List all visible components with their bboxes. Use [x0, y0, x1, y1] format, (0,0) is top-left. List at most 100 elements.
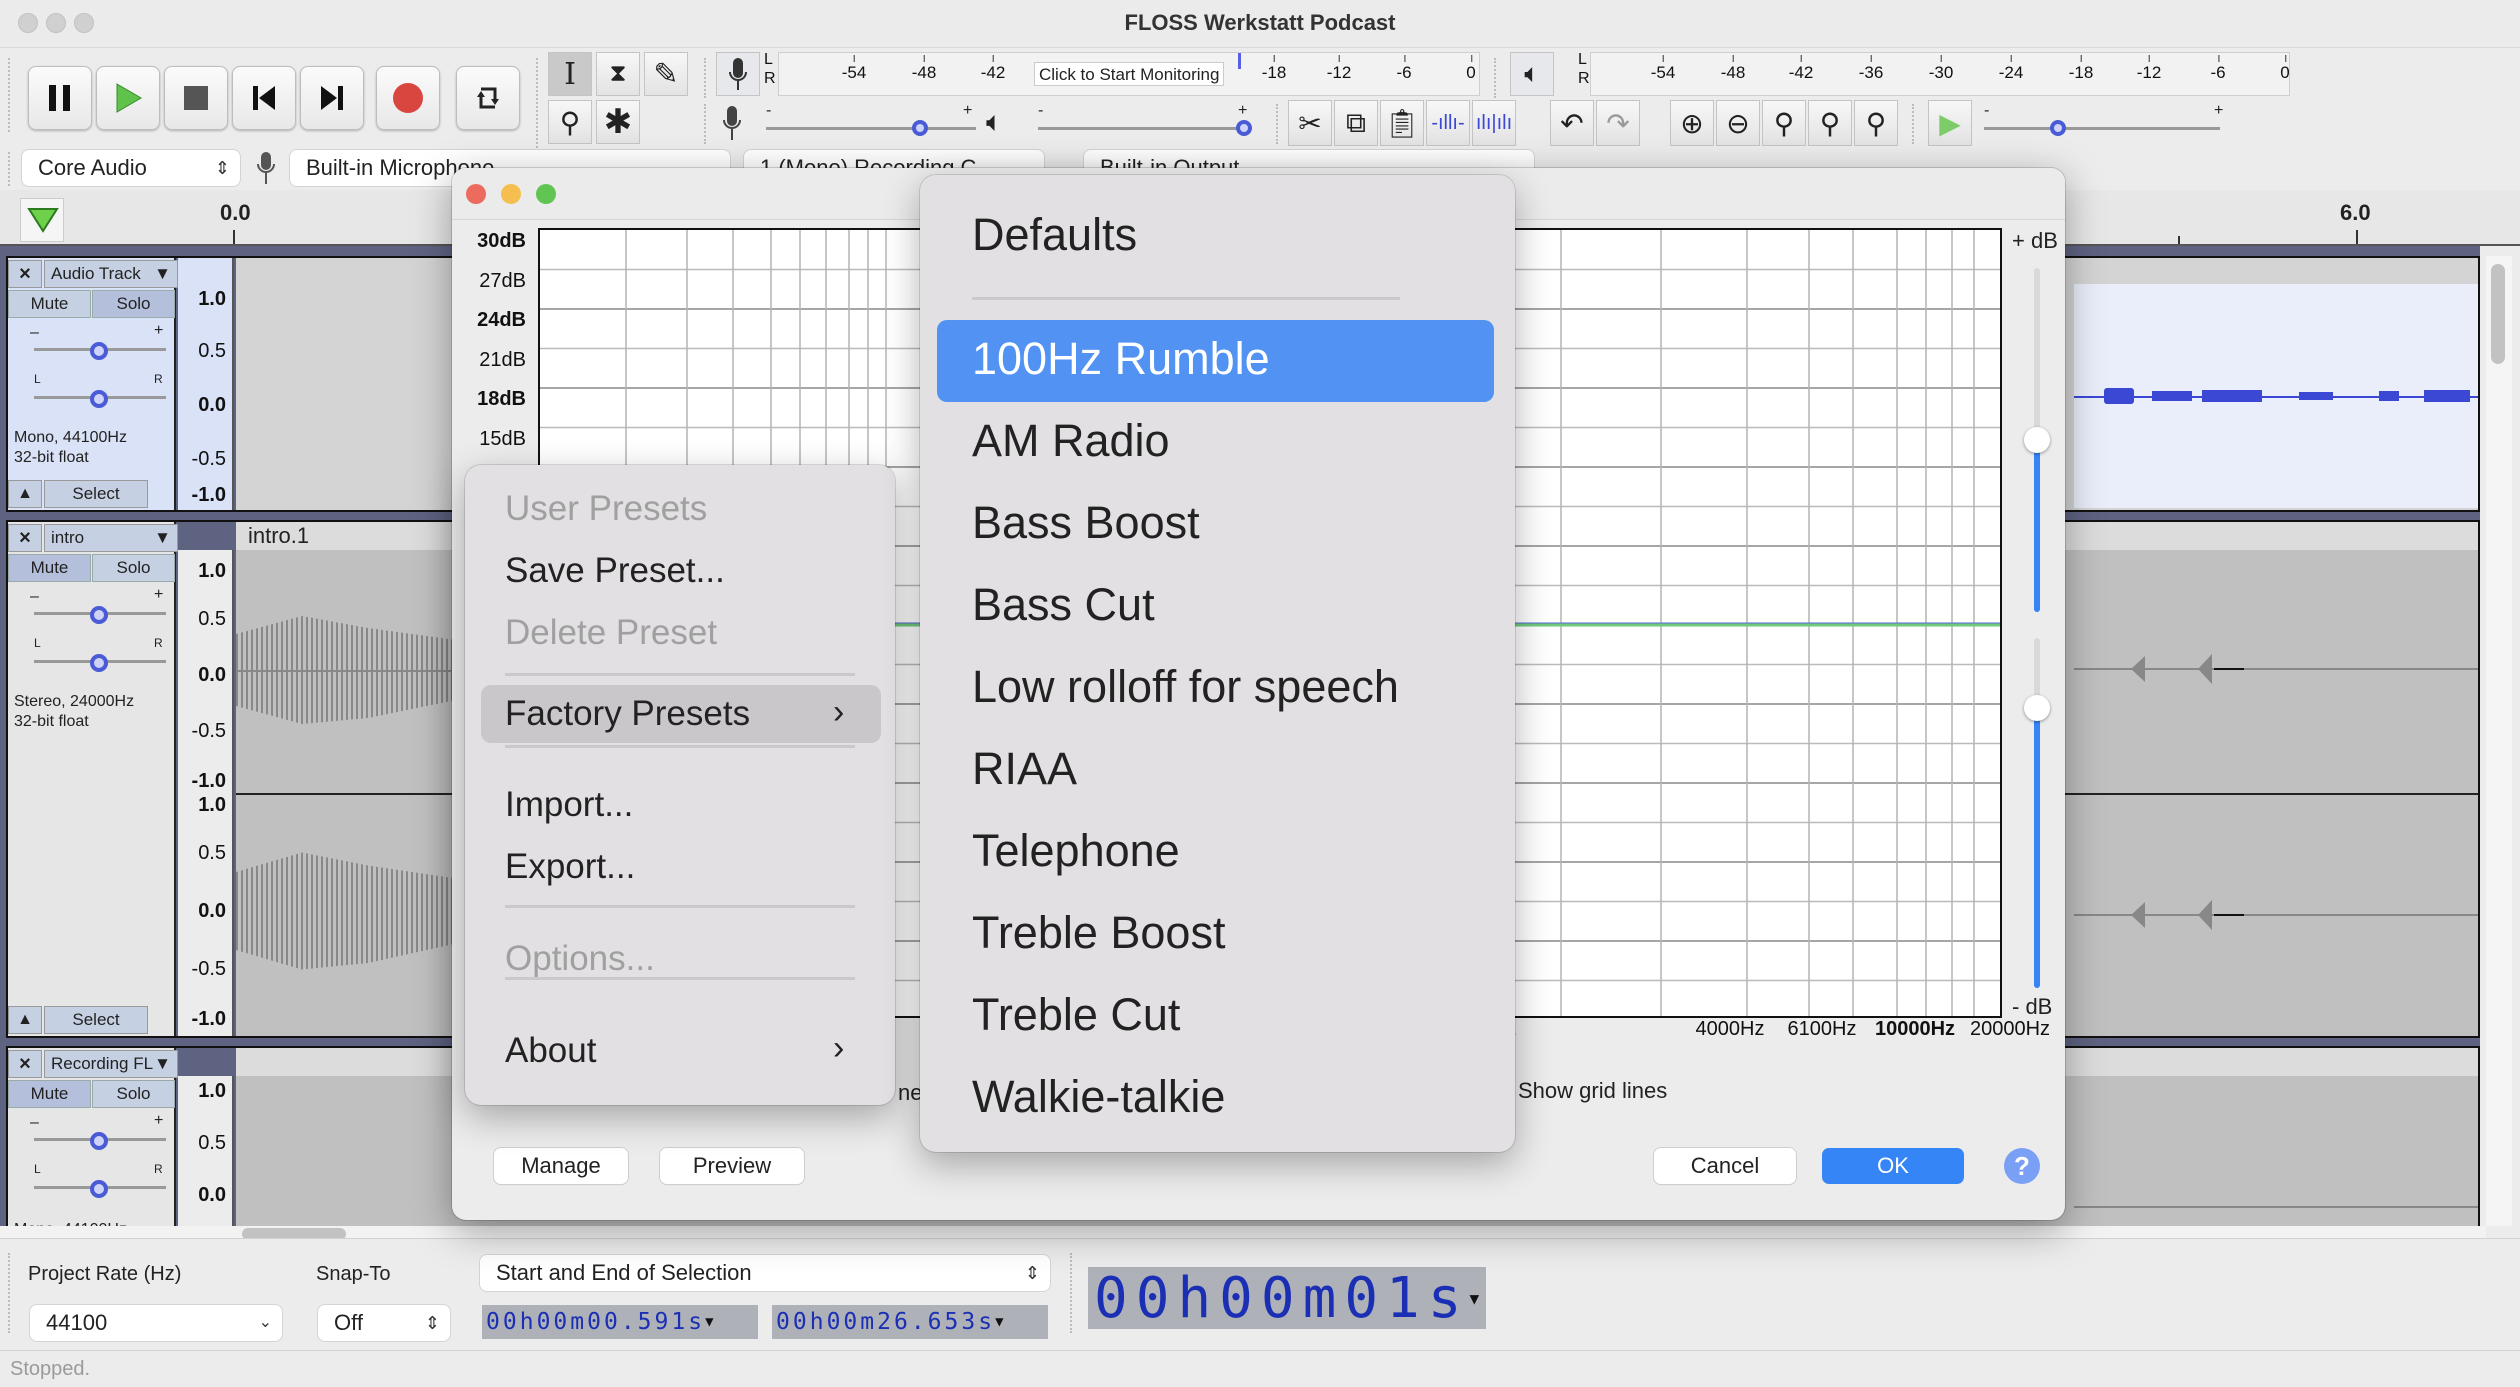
- audio-position-display[interactable]: 00 h 00 m 01 s ▼: [1088, 1266, 1486, 1331]
- preset-item[interactable]: Treble Cut: [972, 989, 1180, 1041]
- skip-to-end-button[interactable]: [300, 66, 364, 130]
- toolbar-grip[interactable]: [704, 58, 710, 98]
- paste-button[interactable]: 📋︎: [1380, 100, 1424, 146]
- track-control-panel[interactable]: × Audio Track ▼ Mute Solo – + LR Mono, 441…: [8, 258, 178, 510]
- pause-button[interactable]: [28, 66, 92, 130]
- selection-end-time[interactable]: 00 h 00 m 26.653 s ▼: [772, 1305, 1048, 1339]
- vertical-scale[interactable]: 1.0 0.5 0.0 -0.5 -1.0 1.0 0.5 0.0 -0.5 -…: [178, 550, 234, 1036]
- loop-button[interactable]: [456, 66, 520, 130]
- menu-item-save-preset[interactable]: Save Preset...: [505, 551, 725, 591]
- menu-item-about[interactable]: About: [505, 1031, 596, 1071]
- play-at-speed-button[interactable]: ▶: [1928, 100, 1972, 146]
- preset-item[interactable]: Treble Boost: [972, 907, 1225, 959]
- trim-button[interactable]: -ıllı-: [1426, 100, 1470, 146]
- menu-item-import[interactable]: Import...: [505, 785, 633, 825]
- preset-item[interactable]: Low rolloff for speech: [972, 661, 1399, 713]
- close-track-button[interactable]: ×: [8, 260, 42, 288]
- solo-button[interactable]: Solo: [92, 290, 175, 318]
- track-control-panel[interactable]: × intro ▼ Mute Solo – + LR Stereo, 24000Hz…: [8, 522, 178, 1036]
- recording-meter[interactable]: -54 -48 -42 Click to Start Monitoring -1…: [778, 52, 1480, 96]
- timeline-options-button[interactable]: [20, 198, 64, 242]
- collapse-track-button[interactable]: ▲: [8, 1006, 42, 1034]
- envelope-tool-button[interactable]: ⧗: [596, 52, 640, 96]
- undo-button[interactable]: ↶: [1550, 100, 1594, 146]
- gain-knob[interactable]: [90, 342, 108, 360]
- playback-volume-slider[interactable]: [1038, 127, 1248, 130]
- collapse-track-button[interactable]: ▲: [8, 480, 42, 508]
- playback-speed-slider[interactable]: [1984, 127, 2220, 130]
- recording-volume-knob[interactable]: [911, 120, 928, 136]
- preset-item[interactable]: Defaults: [972, 209, 1137, 261]
- vertical-scale[interactable]: 1.0 0.5 0.0 -0.5 -1.0: [178, 258, 234, 510]
- track-name-menu[interactable]: Audio Track ▼: [44, 260, 178, 288]
- fit-project-button[interactable]: ⚲: [1808, 100, 1852, 146]
- fit-selection-button[interactable]: ⚲: [1762, 100, 1806, 146]
- draw-tool-button[interactable]: ✎: [644, 52, 688, 96]
- start-monitoring-label[interactable]: Click to Start Monitoring: [1034, 62, 1225, 86]
- toolbar-grip[interactable]: [1912, 104, 1918, 144]
- preset-item-selected[interactable]: 100Hz Rumble: [972, 333, 1270, 385]
- mute-button[interactable]: Mute: [8, 1080, 91, 1108]
- preset-item[interactable]: Walkie-talkie: [972, 1071, 1225, 1123]
- selection-tool-button[interactable]: I: [548, 52, 592, 96]
- vertical-scale[interactable]: 1.0 0.5 0.0: [178, 1076, 234, 1236]
- cut-button[interactable]: ✂: [1288, 100, 1332, 146]
- preset-item[interactable]: Bass Cut: [972, 579, 1155, 631]
- multi-tool-button[interactable]: ✱: [596, 100, 640, 144]
- stop-button[interactable]: [164, 66, 228, 130]
- toolbar-grip[interactable]: [8, 58, 14, 132]
- show-grid-lines-checkbox[interactable]: Show grid lines: [1518, 1078, 1667, 1104]
- gain-knob[interactable]: [90, 606, 108, 624]
- ok-button[interactable]: OK: [1822, 1148, 1964, 1184]
- gain-bottom-slider-knob[interactable]: [2024, 695, 2050, 721]
- cancel-button[interactable]: Cancel: [1654, 1148, 1796, 1184]
- preset-item[interactable]: AM Radio: [972, 415, 1170, 467]
- toolbar-grip[interactable]: [1494, 58, 1500, 98]
- zoom-tool-button[interactable]: ⚲: [548, 100, 592, 144]
- redo-button[interactable]: ↷: [1596, 100, 1640, 146]
- gain-top-slider-knob[interactable]: [2024, 427, 2050, 453]
- preset-item[interactable]: Telephone: [972, 825, 1180, 877]
- select-track-button[interactable]: Select: [44, 1006, 148, 1034]
- zoom-in-button[interactable]: ⊕: [1670, 100, 1714, 146]
- help-button[interactable]: ?: [2004, 1148, 2040, 1184]
- waveform-clip[interactable]: [2074, 284, 2478, 508]
- audio-host-select[interactable]: Core Audio ⇕: [22, 150, 240, 186]
- toolbar-grip[interactable]: [536, 58, 542, 148]
- gain-knob[interactable]: [90, 1132, 108, 1150]
- pan-knob[interactable]: [90, 654, 108, 672]
- toolbar-grip[interactable]: [1070, 1253, 1076, 1333]
- playback-speed-knob[interactable]: [2049, 120, 2066, 136]
- snap-to-select[interactable]: Off ⇕: [318, 1305, 450, 1341]
- vertical-scrollbar[interactable]: [2486, 256, 2512, 1226]
- preview-button[interactable]: Preview: [660, 1148, 804, 1184]
- selection-mode-select[interactable]: Start and End of Selection ⇕: [480, 1255, 1050, 1291]
- toolbar-grip[interactable]: [1276, 104, 1282, 144]
- zoom-dialog-button[interactable]: [536, 184, 556, 204]
- minimize-dialog-button[interactable]: [501, 184, 521, 204]
- playback-meter[interactable]: -54 -48 -42 -36 -30 -24 -18 -12 -6 0: [1590, 52, 2290, 96]
- toolbar-grip[interactable]: [8, 1253, 14, 1333]
- track-name-menu[interactable]: intro ▼: [44, 524, 178, 552]
- manage-button[interactable]: Manage: [494, 1148, 628, 1184]
- menu-item-factory-presets[interactable]: Factory Presets: [505, 694, 750, 734]
- track-name-menu[interactable]: Recording FL ▼: [44, 1050, 178, 1078]
- mute-button[interactable]: Mute: [8, 290, 91, 318]
- track-control-panel[interactable]: × Recording FL▼ Mute Solo –+ LR Mono, 44…: [8, 1048, 178, 1238]
- play-button[interactable]: [96, 66, 160, 130]
- selection-start-time[interactable]: 00 h 00 m 00.591 s ▼: [482, 1305, 758, 1339]
- pan-knob[interactable]: [90, 1180, 108, 1198]
- copy-button[interactable]: ⧉: [1334, 100, 1378, 146]
- solo-button[interactable]: Solo: [92, 1080, 175, 1108]
- zoom-out-button[interactable]: ⊖: [1716, 100, 1760, 146]
- toolbar-grip[interactable]: [8, 152, 14, 186]
- close-dialog-button[interactable]: [466, 184, 486, 204]
- pan-knob[interactable]: [90, 390, 108, 408]
- menu-item-export[interactable]: Export...: [505, 847, 635, 887]
- playback-meter-button[interactable]: 🔈︎: [1510, 52, 1554, 96]
- skip-to-start-button[interactable]: [232, 66, 296, 130]
- preset-item[interactable]: Bass Boost: [972, 497, 1200, 549]
- preset-item[interactable]: RIAA: [972, 743, 1077, 795]
- close-track-button[interactable]: ×: [8, 1050, 42, 1078]
- record-meter-button[interactable]: [716, 52, 760, 96]
